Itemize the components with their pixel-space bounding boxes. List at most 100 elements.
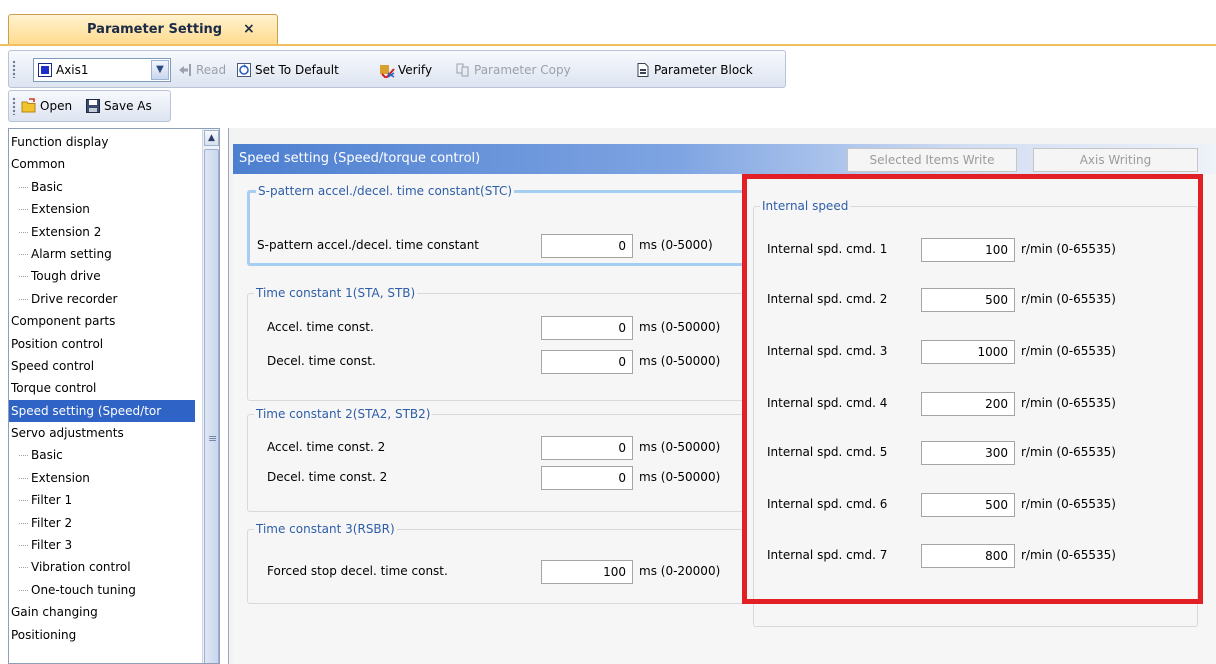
parameter-block-button[interactable]: Parameter Block — [635, 60, 753, 80]
axis-writing-button[interactable]: Axis Writing — [1033, 148, 1198, 172]
param-label: Decel. time const. 2 — [267, 470, 388, 484]
close-tab-icon[interactable]: × — [243, 21, 255, 37]
save-as-button[interactable]: Save As — [85, 96, 152, 116]
param-value-input[interactable]: 500 — [921, 493, 1015, 517]
param-value-input[interactable]: 0 — [541, 466, 633, 490]
scroll-up-arrow-icon[interactable]: ▲ — [204, 130, 219, 146]
group-time-constant-3: Time constant 3(RSBR) — [247, 522, 747, 604]
tree-item[interactable]: Basic — [9, 176, 195, 198]
parameter-copy-label: Parameter Copy — [474, 63, 571, 77]
param-value-input[interactable]: 1000 — [921, 340, 1015, 364]
group-title: Time constant 1(STA, STB) — [256, 286, 416, 300]
tree-item[interactable]: Basic — [9, 444, 195, 466]
group-title: S-pattern accel./decel. time constant(ST… — [258, 184, 512, 198]
tree-item[interactable]: Vibration control — [9, 556, 195, 578]
tree-item[interactable]: Filter 3 — [9, 534, 195, 556]
param-label: S-pattern accel./decel. time constant — [257, 238, 480, 252]
open-folder-icon — [21, 98, 36, 113]
param-unit-range: r/min (0-65535) — [1021, 344, 1116, 358]
tree-scrollbar[interactable]: ▲ — [202, 129, 219, 663]
param-unit-range: ms (0-50000) — [639, 354, 721, 368]
tree-item[interactable]: Tough drive — [9, 265, 195, 287]
selected-items-write-button[interactable]: Selected Items Write — [847, 148, 1017, 172]
param-label: Internal spd. cmd. 1 — [767, 242, 888, 256]
tree-item[interactable]: Extension — [9, 467, 195, 489]
tree-item[interactable]: Extension 2 — [9, 221, 195, 243]
tree-item[interactable]: Filter 2 — [9, 512, 195, 534]
set-to-default-label: Set To Default — [255, 63, 339, 77]
section-header-bar: Speed setting (Speed/torque control) Sel… — [233, 144, 1216, 174]
tab-strip-underline — [0, 44, 1216, 46]
axis-select[interactable]: Axis1 ▼ — [33, 58, 171, 82]
parameter-block-label: Parameter Block — [654, 63, 753, 77]
param-value-input[interactable]: 800 — [921, 544, 1015, 568]
read-label: Read — [196, 63, 227, 77]
tree-item[interactable]: Extension — [9, 198, 195, 220]
param-value-input[interactable]: 100 — [541, 560, 633, 584]
open-label: Open — [40, 99, 73, 113]
param-unit-range: ms (0-5000) — [639, 238, 713, 252]
param-unit-range: r/min (0-65535) — [1021, 242, 1116, 256]
param-value-input[interactable]: 200 — [921, 392, 1015, 416]
set-to-default-button[interactable]: Set To Default — [236, 60, 339, 80]
tree-item[interactable]: Filter 1 — [9, 489, 195, 511]
section-title: Speed setting (Speed/torque control) — [239, 151, 481, 166]
parameter-tree: Function display Common Basic Extension Exte… — [8, 128, 220, 664]
param-label: Accel. time const. — [267, 320, 374, 334]
param-value-input[interactable]: 0 — [541, 234, 633, 258]
parameter-copy-icon — [456, 63, 469, 77]
save-disk-icon — [86, 99, 100, 113]
parameter-copy-button[interactable]: Parameter Copy — [455, 60, 571, 80]
param-label: Internal spd. cmd. 3 — [767, 344, 888, 358]
tree-item[interactable]: Speed control — [9, 355, 195, 377]
param-label: Internal spd. cmd. 4 — [767, 396, 888, 410]
toolbar-grip-icon[interactable] — [12, 97, 16, 115]
param-label: Internal spd. cmd. 5 — [767, 445, 888, 459]
axis-color-icon — [38, 63, 52, 77]
tree-item[interactable]: Torque control — [9, 377, 195, 399]
group-title: Internal speed — [762, 199, 849, 213]
param-value-input[interactable]: 0 — [541, 436, 633, 460]
param-unit-range: ms (0-50000) — [639, 320, 721, 334]
tree-item[interactable]: Function display — [9, 131, 195, 153]
tree-item[interactable]: One-touch tuning — [9, 579, 195, 601]
tree-item[interactable]: Alarm setting — [9, 243, 195, 265]
param-value-input[interactable]: 500 — [921, 288, 1015, 312]
chevron-down-icon[interactable]: ▼ — [151, 60, 169, 80]
param-unit-range: ms (0-50000) — [639, 440, 721, 454]
param-value-input[interactable]: 300 — [921, 441, 1015, 465]
axis-select-value: Axis1 — [56, 63, 89, 77]
parameter-toolbar: Axis1 ▼ Read Set To Default Verify Param… — [8, 50, 786, 88]
verify-button[interactable]: Verify — [379, 60, 432, 80]
tree-item[interactable]: Drive recorder — [9, 288, 195, 310]
parameter-block-icon — [637, 63, 649, 77]
tree-item[interactable]: Servo adjustments — [9, 422, 195, 444]
param-unit-range: r/min (0-65535) — [1021, 548, 1116, 562]
tree-item[interactable]: Gain changing — [9, 601, 195, 623]
param-unit-range: r/min (0-65535) — [1021, 497, 1116, 511]
parameter-panel: Speed setting (Speed/torque control) Sel… — [228, 128, 1216, 664]
param-label: Internal spd. cmd. 2 — [767, 292, 888, 306]
tree-item[interactable]: Positioning — [9, 624, 195, 646]
toolbar-grip-icon[interactable] — [12, 60, 16, 78]
tree-item[interactable]: Speed setting (Speed/tor — [9, 399, 195, 423]
open-button[interactable]: Open — [21, 96, 72, 116]
set-to-default-icon — [237, 63, 251, 77]
tree-item[interactable]: Common — [9, 153, 195, 175]
param-label: Decel. time const. — [267, 354, 376, 368]
param-label: Forced stop decel. time const. — [267, 564, 448, 578]
param-value-input[interactable]: 100 — [921, 238, 1015, 262]
tree-item[interactable]: Component parts — [9, 310, 195, 332]
param-unit-range: r/min (0-65535) — [1021, 445, 1116, 459]
param-value-input[interactable]: 0 — [541, 350, 633, 374]
file-toolbar: Open Save As — [8, 90, 171, 122]
read-button[interactable]: Read — [177, 60, 226, 80]
param-label: Internal spd. cmd. 7 — [767, 548, 888, 562]
param-unit-range: ms (0-50000) — [639, 470, 721, 484]
tab-parameter-setting[interactable]: Parameter Setting × — [8, 14, 278, 46]
param-value-input[interactable]: 0 — [541, 316, 633, 340]
group-title: Time constant 2(STA2, STB2) — [256, 407, 431, 421]
param-unit-range: r/min (0-65535) — [1021, 396, 1116, 410]
scrollbar-thumb[interactable] — [204, 149, 219, 663]
tree-item[interactable]: Position control — [9, 333, 195, 355]
